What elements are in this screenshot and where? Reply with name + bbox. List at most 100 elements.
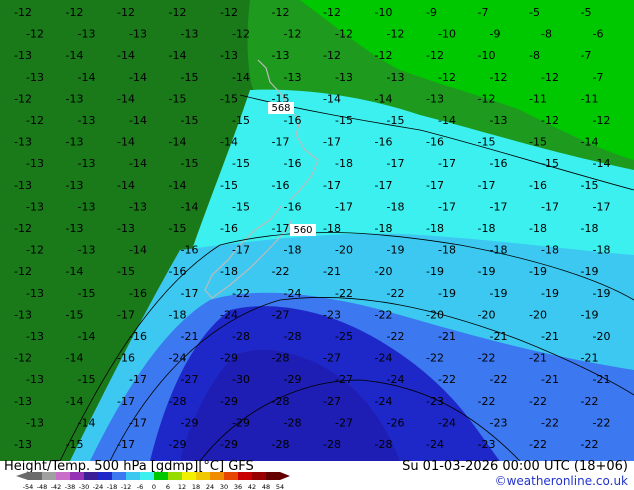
temperature-label: -15 xyxy=(220,92,238,105)
temperature-label: -15 xyxy=(181,114,199,127)
temperature-label: -13 xyxy=(14,308,32,321)
temperature-label: -12 xyxy=(335,28,353,41)
temperature-label: -10 xyxy=(375,6,393,19)
temperature-label: -17 xyxy=(129,416,147,429)
temperature-label: -14 xyxy=(581,136,599,149)
temperature-label: -22 xyxy=(581,395,599,408)
temperature-label: -12 xyxy=(426,49,444,62)
temperature-label: -13 xyxy=(26,157,44,170)
temperature-label: -12 xyxy=(14,6,32,19)
temperature-label: -12 xyxy=(14,265,32,278)
temperature-label: -17 xyxy=(490,200,508,213)
temperature-label: -15 xyxy=(529,136,547,149)
temperature-label: -13 xyxy=(129,200,147,213)
temperature-label: -16 xyxy=(117,352,135,365)
temperature-label: -22 xyxy=(387,330,405,343)
temperature-label: -15 xyxy=(541,157,559,170)
temperature-label: -18 xyxy=(478,222,496,235)
temperature-label: -14 xyxy=(129,114,147,127)
temperature-label: -13 xyxy=(26,373,44,386)
temperature-label: -13 xyxy=(14,438,32,451)
temperature-label: -17 xyxy=(438,157,456,170)
colorbar-swatch xyxy=(196,472,210,480)
colorbar-tick: 42 xyxy=(248,483,256,490)
temperature-label: -18 xyxy=(541,244,559,257)
temperature-label: -22 xyxy=(478,395,496,408)
temperature-label: -12 xyxy=(26,114,44,127)
colorbar-tick: 24 xyxy=(206,483,214,490)
temperature-label: -15 xyxy=(78,373,96,386)
temperature-label: -5 xyxy=(529,6,540,19)
temperature-label: -12 xyxy=(232,28,250,41)
temperature-label: -18 xyxy=(529,222,547,235)
temperature-label: -17 xyxy=(438,200,456,213)
temperature-label: -24 xyxy=(387,373,405,386)
colorbar-tick: 36 xyxy=(234,483,242,490)
temperature-label: -28 xyxy=(323,438,341,451)
temperature-label: -12 xyxy=(323,6,341,19)
temperature-label: -29 xyxy=(181,416,199,429)
temperature-label: -16 xyxy=(375,136,393,149)
temperature-label: -13 xyxy=(117,222,135,235)
colorbar-tick: 30 xyxy=(220,483,228,490)
temperature-label: -22 xyxy=(529,395,547,408)
temperature-label: -15 xyxy=(232,200,250,213)
temperature-label: -24 xyxy=(438,416,456,429)
temperature-label: -22 xyxy=(272,265,290,278)
temperature-label: -9 xyxy=(426,6,437,19)
temperature-label: -13 xyxy=(426,92,444,105)
colorbar-tick: 12 xyxy=(178,483,186,490)
temperature-label: -28 xyxy=(272,438,290,451)
temperature-label: -28 xyxy=(375,438,393,451)
temperature-label: -17 xyxy=(335,200,353,213)
temperature-label: -14 xyxy=(66,395,84,408)
temperature-label: -19 xyxy=(541,287,559,300)
temperature-label: -14 xyxy=(593,157,611,170)
valid-time: Su 01-03-2026 00:00 UTC (18+06) xyxy=(402,459,628,474)
colorbar-tick: -38 xyxy=(65,483,76,490)
colorbar-tick: -54 xyxy=(23,483,34,490)
temperature-label: -13 xyxy=(78,200,96,213)
temperature-label: -14 xyxy=(129,244,147,257)
temperature-label: -5 xyxy=(581,6,592,19)
temperature-label: -22 xyxy=(593,416,611,429)
temperature-label: -27 xyxy=(323,395,341,408)
temperature-label: -13 xyxy=(78,244,96,257)
temperature-label: -13 xyxy=(66,136,84,149)
colorbar-tick: 6 xyxy=(166,483,170,490)
temperature-label: -22 xyxy=(581,438,599,451)
temperature-label: -15 xyxy=(169,222,187,235)
temperature-label: -8 xyxy=(541,28,552,41)
temperature-label: -22 xyxy=(387,287,405,300)
temperature-label: -14 xyxy=(66,265,84,278)
colorbar-tick: 54 xyxy=(276,483,284,490)
colorbar-tick: -42 xyxy=(51,483,62,490)
colorbar-tick: -18 xyxy=(107,483,118,490)
temperature-label: -17 xyxy=(117,438,135,451)
temperature-label: -13 xyxy=(220,49,238,62)
temperature-label: -16 xyxy=(284,157,302,170)
temperature-label: -13 xyxy=(335,71,353,84)
colorbar-tick: 0 xyxy=(152,483,156,490)
temperature-label: -17 xyxy=(323,136,341,149)
temperature-label: -20 xyxy=(335,244,353,257)
colorbar-swatch xyxy=(42,472,56,480)
temperature-label: -13 xyxy=(78,114,96,127)
colorbar-swatch xyxy=(70,472,84,480)
colorbar-swatch xyxy=(210,472,224,480)
temperature-label: -7 xyxy=(478,6,489,19)
temperature-label: -16 xyxy=(129,330,147,343)
temperature-label: -14 xyxy=(169,49,187,62)
temperature-label: -15 xyxy=(478,136,496,149)
temperature-label: -14 xyxy=(220,136,238,149)
temperature-label: -13 xyxy=(78,28,96,41)
temperature-label: -20 xyxy=(529,308,547,321)
temperature-label: -20 xyxy=(426,308,444,321)
temperature-label: -14 xyxy=(129,157,147,170)
temperature-label: -20 xyxy=(593,330,611,343)
temperature-label: -13 xyxy=(66,92,84,105)
temperature-label: -12 xyxy=(14,352,32,365)
temperature-label: -18 xyxy=(593,244,611,257)
temperature-label: -23 xyxy=(490,416,508,429)
temperature-label: -22 xyxy=(426,352,444,365)
